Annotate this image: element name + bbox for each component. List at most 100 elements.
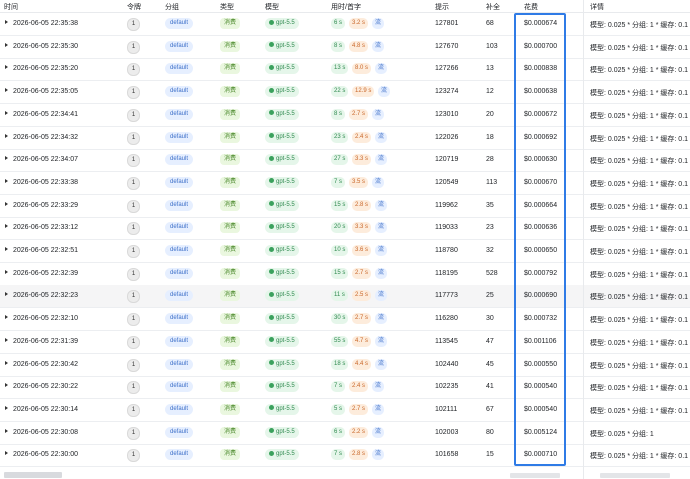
model-dot-icon <box>269 133 274 138</box>
col-detail[interactable]: 详情 <box>590 2 604 12</box>
table-row[interactable]: 2026-06-05 22:35:38 1 default 消费 gpt-5.5 6 s3… <box>0 13 690 36</box>
table-row[interactable]: 2026-06-05 22:32:39 1 default 消费 gpt-5.5 15 s… <box>0 263 690 286</box>
stream-tag: 流 <box>375 245 388 256</box>
cell-time: 2026-06-05 22:34:07 <box>13 156 78 164</box>
expand-caret-icon[interactable] <box>5 201 8 206</box>
expand-caret-icon[interactable] <box>5 269 8 274</box>
group-tag: default <box>165 18 194 29</box>
table-row[interactable]: 2026-06-05 22:35:30 1 default 消费 gpt-5.5 8 s4… <box>0 36 690 59</box>
cell-time: 2026-06-05 22:30:22 <box>13 383 78 391</box>
first-token-tag: 12.9 s <box>352 86 375 98</box>
table-row[interactable]: 2026-06-05 22:30:14 1 default 消费 gpt-5.5 5 s2… <box>0 399 690 422</box>
cell-prompt: 102111 <box>435 405 458 413</box>
cell-detail: 模型: 0.025 * 分组: 1 * 缓存: 0.1 <box>590 112 689 120</box>
stream-tag: 流 <box>375 313 388 325</box>
cell-prompt: 122026 <box>435 133 459 141</box>
table-row[interactable]: 2026-06-05 22:33:12 1 default 消费 gpt-5.5 20 s… <box>0 217 690 241</box>
model-tag: gpt-5.5 <box>265 108 299 120</box>
stream-tag: 流 <box>378 86 391 98</box>
col-model[interactable]: 模型 <box>265 2 279 12</box>
table-row[interactable]: 2026-06-05 22:35:05 1 default 消费 gpt-5.5 22 s… <box>0 81 690 105</box>
cell-time: 2026-06-05 22:33:12 <box>13 224 78 232</box>
model-dot-icon <box>269 314 274 320</box>
cell-completion: 41 <box>486 383 494 391</box>
cost-highlight-box <box>514 13 566 466</box>
cell-prompt: 120549 <box>435 178 459 186</box>
type-tag: 消费 <box>220 313 241 325</box>
table-row[interactable]: 2026-06-05 22:32:51 1 default 消费 gpt-5.5 10 s… <box>0 240 690 263</box>
expand-caret-icon[interactable] <box>5 383 8 388</box>
expand-caret-icon[interactable] <box>5 405 8 410</box>
table-row[interactable]: 2026-06-05 22:30:42 1 default 消费 gpt-5.5 18 s… <box>0 354 690 377</box>
group-tag: default <box>165 267 194 279</box>
expand-caret-icon[interactable] <box>5 224 8 229</box>
table-row[interactable]: 2026-06-05 22:31:39 1 default 消费 gpt-5.5 55 s… <box>0 331 690 354</box>
expand-caret-icon[interactable] <box>5 42 8 47</box>
expand-caret-icon[interactable] <box>5 428 8 433</box>
type-tag: 消费 <box>220 63 241 75</box>
table-row[interactable]: 2026-06-05 22:30:22 1 default 消费 gpt-5.5 7 s2… <box>0 376 690 400</box>
token-badge: 1 <box>127 176 140 190</box>
cell-time: 2026-06-05 22:30:42 <box>13 360 78 368</box>
cell-time: 2026-06-05 22:34:32 <box>13 133 78 141</box>
cell-completion: 35 <box>486 201 494 209</box>
use-time-tag: 8 s <box>331 40 346 52</box>
model-dot-icon <box>269 87 274 93</box>
model-tag: gpt-5.5 <box>265 199 299 211</box>
token-badge: 1 <box>127 403 140 417</box>
table-row[interactable]: 2026-06-05 22:34:07 1 default 消费 gpt-5.5 27 s… <box>0 149 690 173</box>
expand-caret-icon[interactable] <box>5 110 8 115</box>
cell-completion: 103 <box>486 42 498 50</box>
model-dot-icon <box>269 450 274 456</box>
cell-time: 2026-06-05 22:31:39 <box>13 337 78 345</box>
stream-tag: 流 <box>375 222 388 234</box>
table-row[interactable]: 2026-06-05 22:35:20 1 default 消费 gpt-5.5 13 s… <box>0 58 690 82</box>
col-type[interactable]: 类型 <box>220 2 234 12</box>
expand-caret-icon[interactable] <box>5 178 8 183</box>
stream-tag: 流 <box>372 426 385 438</box>
col-prompt[interactable]: 提示 <box>435 2 449 12</box>
table-row[interactable]: 2026-06-05 22:34:32 1 default 消费 gpt-5.5 23 s… <box>0 127 690 150</box>
table-row[interactable]: 2026-06-05 22:30:00 1 default 消费 gpt-5.5 7 s2… <box>0 444 690 468</box>
expand-caret-icon[interactable] <box>5 65 8 70</box>
use-time-tag: 18 s <box>331 358 349 370</box>
type-tag: 消费 <box>220 290 241 302</box>
col-time[interactable]: 时间 <box>4 2 18 12</box>
cell-detail: 模型: 0.025 * 分组: 1 * 缓存: 0.1 <box>590 385 689 393</box>
col-usetime[interactable]: 用时/首字 <box>331 2 361 12</box>
expand-caret-icon[interactable] <box>5 315 8 320</box>
first-token-tag: 3.2 s <box>349 18 369 29</box>
expand-caret-icon[interactable] <box>5 247 8 251</box>
table-row[interactable]: 2026-06-05 22:33:29 1 default 消费 gpt-5.5 15 s… <box>0 195 690 218</box>
col-cost[interactable]: 花费 <box>524 2 538 12</box>
expand-caret-icon[interactable] <box>5 156 8 161</box>
model-tag: gpt-5.5 <box>265 131 299 143</box>
table-row[interactable]: 2026-06-05 22:34:41 1 default 消费 gpt-5.5 8 s2… <box>0 104 690 127</box>
cell-completion: 28 <box>486 156 494 164</box>
model-name: gpt-5.5 <box>276 178 295 185</box>
col-token[interactable]: 令牌 <box>127 2 141 12</box>
col-completion[interactable]: 补全 <box>486 2 500 12</box>
expand-caret-icon[interactable] <box>5 133 8 138</box>
stream-tag: 流 <box>372 18 385 29</box>
table-row[interactable]: 2026-06-05 22:33:38 1 default 消费 gpt-5.5 7 s3… <box>0 172 690 195</box>
col-group[interactable]: 分组 <box>165 2 179 12</box>
table-row[interactable]: 2026-06-05 22:32:23 1 default 消费 gpt-5.5 11 s… <box>0 285 690 309</box>
cell-completion: 113 <box>486 178 498 186</box>
stream-tag: 流 <box>375 267 388 279</box>
group-tag: default <box>165 176 194 188</box>
first-token-tag: 4.4 s <box>352 358 372 370</box>
type-tag: 消费 <box>220 335 241 347</box>
expand-caret-icon[interactable] <box>5 337 8 342</box>
model-name: gpt-5.5 <box>276 110 295 117</box>
first-token-tag: 2.7 s <box>349 403 369 415</box>
cell-completion: 23 <box>486 224 494 232</box>
stream-tag: 流 <box>375 199 388 211</box>
table-row[interactable]: 2026-06-05 22:32:10 1 default 消费 gpt-5.5 30 s… <box>0 308 690 332</box>
table-row[interactable]: 2026-06-05 22:30:08 1 default 消费 gpt-5.5 6 s2… <box>0 422 690 445</box>
expand-caret-icon[interactable] <box>5 20 8 24</box>
expand-caret-icon[interactable] <box>5 360 8 365</box>
expand-caret-icon[interactable] <box>5 88 8 93</box>
expand-caret-icon[interactable] <box>5 292 8 297</box>
expand-caret-icon[interactable] <box>5 451 8 456</box>
